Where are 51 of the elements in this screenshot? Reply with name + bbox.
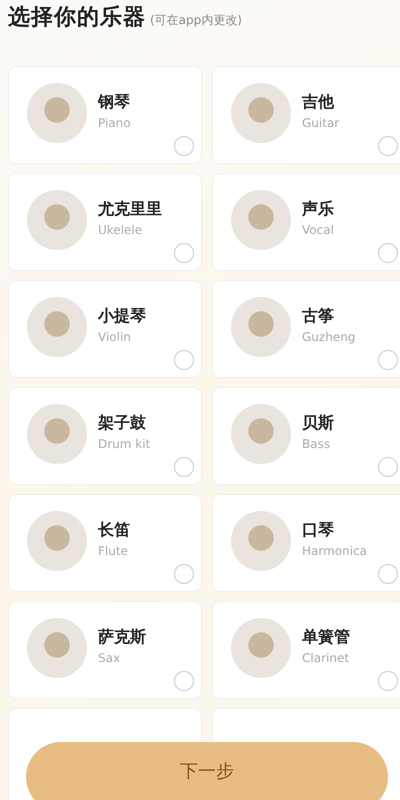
instrument-card[interactable]: 萨克斯 Sax [8,601,202,699]
instrument-card[interactable]: 吉他 Guitar [212,66,400,164]
next-button[interactable]: 下一步 [26,742,388,800]
instrument-card[interactable]: 架子鼓 Drum kit [8,387,202,485]
instrument-card[interactable]: 钢琴 Piano [8,66,202,164]
instrument-english-name: Vocal [302,223,334,237]
instrument-card[interactable]: 小提琴 Violin [8,280,202,378]
instrument-english-name: Piano [98,116,131,130]
instrument-card[interactable]: 口琴 Harmonica [212,494,400,592]
radio-button[interactable] [174,671,194,691]
radio-button[interactable] [174,457,194,477]
instrument-card[interactable]: 尤克里里 Ukelele [8,173,202,271]
instrument-english-name: Violin [98,330,132,344]
radio-button[interactable] [174,350,194,370]
page-title: 选择你的乐器 [8,4,146,32]
instrument-name: 单簧管 [302,627,350,648]
instrument-name: 吉他 [302,92,336,113]
radio-button[interactable] [378,243,398,263]
instrument-name: 钢琴 [98,92,131,113]
page-note: (可在app内更改) [150,12,242,29]
instrument-english-name: Harmonica [302,544,368,558]
instrument-card[interactable]: 声乐 Vocal [212,173,400,271]
instrument-english-name: Ukelele [98,223,144,237]
instrument-name: 长笛 [98,520,130,541]
instrument-name: 贝斯 [302,413,334,434]
instrument-name: 口琴 [302,520,335,541]
instrument-name: 萨克斯 [98,627,146,648]
instrument-english-name: Bass [302,437,332,451]
instrument-name: 架子鼓 [98,413,147,434]
radio-button[interactable] [378,671,398,691]
instrument-english-name: Guzheng [302,330,356,344]
radio-button[interactable] [174,136,194,156]
radio-button[interactable] [378,564,398,584]
instrument-name: 声乐 [302,199,334,220]
instrument-card[interactable]: 长笛 Flute [8,494,202,592]
instrument-english-name: Clarinet [302,651,350,665]
instrument-card[interactable]: 贝斯 Bass [212,387,400,485]
instrument-name: 尤克里里 [98,199,162,220]
instrument-english-name: Drum kit [98,437,150,451]
instrument-english-name: Sax [98,651,122,665]
radio-button[interactable] [174,243,194,263]
radio-button[interactable] [378,136,398,156]
instrument-card[interactable]: 古筝 Guzheng [212,280,400,378]
radio-button[interactable] [174,564,194,584]
instrument-english-name: Guitar [302,116,340,130]
instrument-name: 古筝 [302,306,335,327]
instrument-name: 小提琴 [98,306,146,327]
instrument-card[interactable]: 单簧管 Clarinet [212,601,400,699]
instrument-english-name: Flute [98,544,129,558]
radio-button[interactable] [378,457,398,477]
radio-button[interactable] [378,350,398,370]
